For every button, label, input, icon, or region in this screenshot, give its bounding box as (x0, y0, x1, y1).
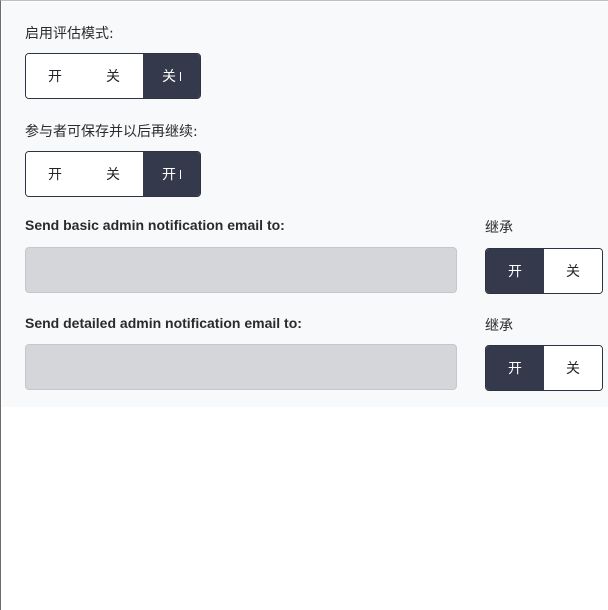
detailed-email-inherit-toggle: 开 关 (485, 345, 603, 391)
detailed-email-inherit-on-option[interactable]: 开 (486, 346, 544, 390)
save-resume-on-option[interactable]: 开 (26, 152, 84, 196)
save-resume-toggle: 开 关 开 (25, 151, 201, 197)
inherit-marker-icon (180, 71, 181, 81)
basic-email-inherit-toggle: 开 关 (485, 248, 603, 294)
detailed-email-inherit-off-option[interactable]: 关 (544, 346, 602, 390)
assessment-mode-on-option[interactable]: 开 (26, 54, 84, 98)
assessment-mode-off-option[interactable]: 关 (84, 54, 142, 98)
basic-email-inherit-on-option[interactable]: 开 (486, 249, 544, 293)
basic-email-input[interactable] (25, 247, 457, 293)
basic-email-inherit-label: 继承 (485, 220, 513, 236)
detailed-email-input[interactable] (25, 344, 457, 390)
basic-email-label: Send basic admin notification email to: (25, 217, 285, 233)
inherit-marker-icon (180, 169, 181, 179)
settings-frame: 启用评估模式: 开 关 关 参与者可保存并以后再继续: 开 关 开 Send b… (0, 0, 608, 610)
assessment-mode-toggle: 开 关 关 (25, 53, 201, 99)
detailed-email-inherit-label: 继承 (485, 318, 513, 334)
assessment-mode-inherited-option[interactable]: 关 (142, 54, 200, 98)
basic-email-inherit-off-option[interactable]: 关 (544, 249, 602, 293)
save-resume-inherited-option[interactable]: 开 (142, 152, 200, 196)
assessment-mode-label: 启用评估模式: (25, 26, 114, 42)
save-resume-label: 参与者可保存并以后再继续: (25, 124, 198, 140)
save-resume-off-option[interactable]: 关 (84, 152, 142, 196)
detailed-email-label: Send detailed admin notification email t… (25, 315, 302, 331)
